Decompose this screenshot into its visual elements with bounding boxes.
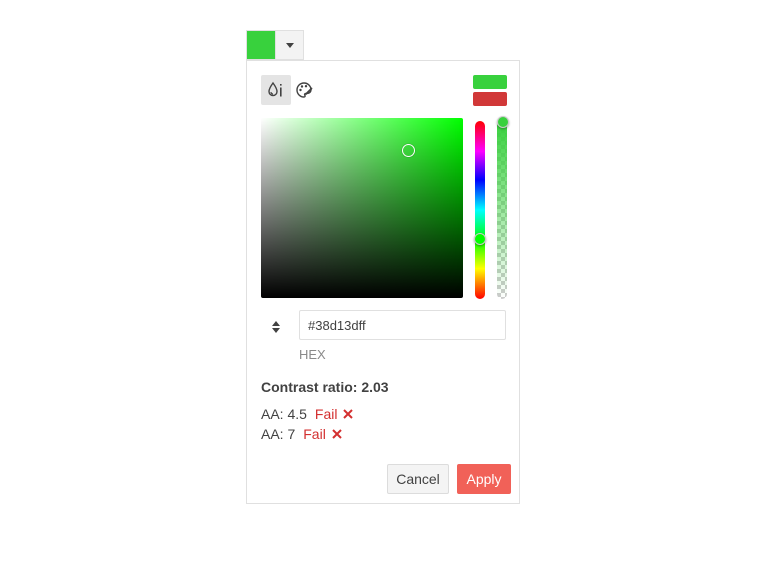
caret-down-icon [285,42,294,48]
color-picker-popup: HEX Contrast ratio: 2.03 AA: 4.5 Fail AA… [246,60,520,504]
hue-slider[interactable] [474,121,486,299]
x-icon [343,409,354,419]
aa-label: AA: 7 [261,426,296,442]
format-toggle-button[interactable] [267,316,285,338]
opacity-slider-handle[interactable] [497,116,509,128]
hex-input[interactable] [299,310,506,340]
color-gradient-area[interactable] [261,118,463,298]
opacity-slider[interactable] [497,121,507,299]
up-down-arrows-icon [272,321,280,333]
contrast-ratio-title: Contrast ratio: 2.03 [261,379,389,395]
color-picker-button[interactable] [246,30,304,60]
contrast-row: AA: 7 Fail [261,426,342,442]
hex-label: HEX [299,347,326,362]
gradient-view-button[interactable] [261,75,291,105]
apply-button[interactable]: Apply [457,464,511,494]
new-color-preview [473,75,507,89]
selected-color-swatch[interactable] [247,31,275,59]
previous-color-preview[interactable] [473,92,507,106]
dropdown-toggle[interactable] [275,31,303,59]
palette-view-button[interactable] [289,75,319,105]
gradient-view-icon [268,81,282,97]
hue-slider-handle[interactable] [474,233,486,245]
palette-view-icon [296,82,313,98]
fail-status: Fail [303,426,326,442]
aa-label: AA: 4.5 [261,406,307,422]
cancel-button[interactable]: Cancel [387,464,449,494]
x-icon [332,429,342,439]
gradient-drag-handle[interactable] [402,144,415,157]
contrast-row: AA: 4.5 Fail [261,406,354,422]
fail-status: Fail [314,406,338,422]
